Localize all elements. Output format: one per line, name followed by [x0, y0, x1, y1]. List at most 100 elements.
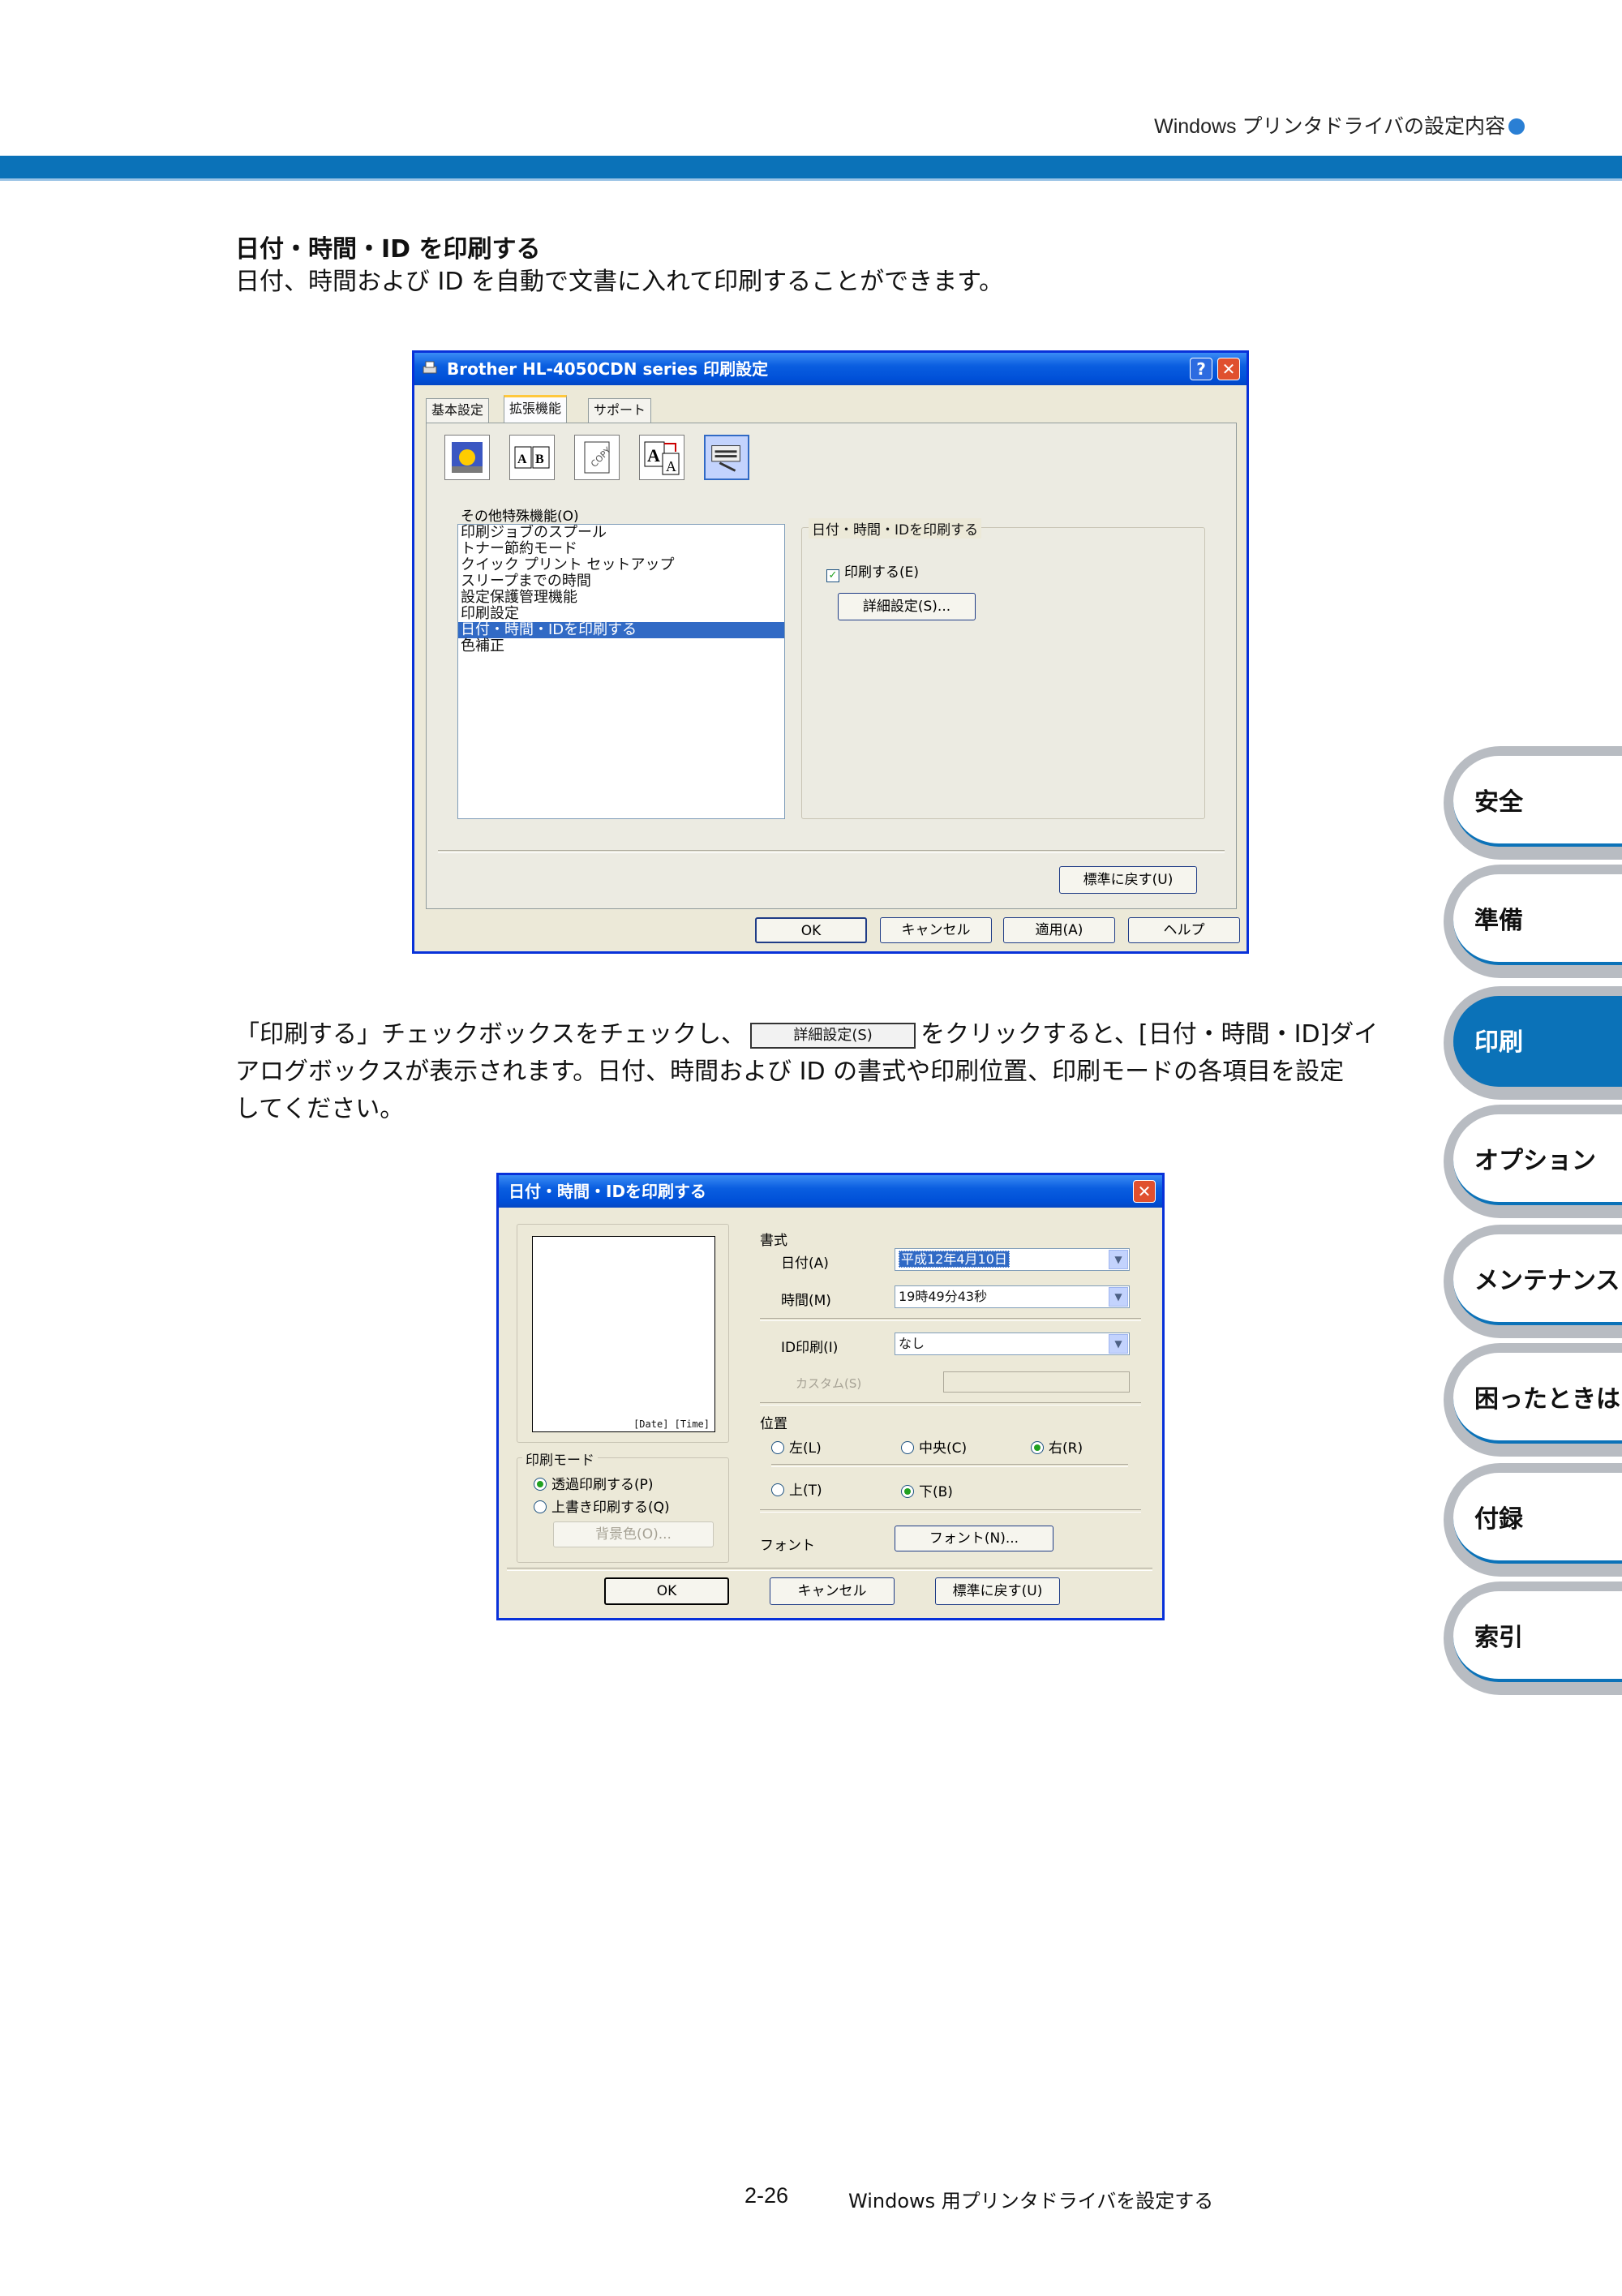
radio-icon[interactable] — [771, 1483, 784, 1496]
ok-button[interactable]: OK — [755, 917, 867, 943]
position-label: 位置 — [760, 1416, 787, 1432]
radio-right[interactable]: 右(R) — [1031, 1436, 1083, 1457]
date-format-select[interactable]: 平成12年4月10日 ▼ — [895, 1248, 1130, 1271]
header-rule-light — [0, 178, 1622, 181]
tab-support[interactable]: サポート — [588, 398, 652, 423]
date-time-id-dialog: 日付・時間・IDを印刷する ✕ [Date] [Time] 印刷モード 透過印刷… — [496, 1173, 1165, 1620]
separator — [760, 1402, 1141, 1405]
radio-icon[interactable] — [534, 1478, 547, 1491]
format-label: 書式 — [760, 1233, 787, 1249]
duplex-icon[interactable]: AB — [509, 435, 555, 480]
custom-text-field[interactable] — [943, 1371, 1130, 1393]
svg-text:B: B — [535, 453, 544, 466]
list-item[interactable]: スリープまでの時間 — [458, 573, 784, 590]
font-label: フォント — [760, 1538, 815, 1554]
date-time-group: 日付・時間・IDを印刷する ✓ 印刷する(E) 詳細設定(S)... — [801, 518, 1205, 819]
font-button[interactable]: フォント(N)... — [895, 1526, 1053, 1551]
other-features-label: その他特殊機能(O) — [461, 509, 579, 525]
list-item[interactable]: トナー節約モード — [458, 541, 784, 557]
side-tab-print[interactable]: 印刷 — [1444, 986, 1622, 1100]
background-color-button[interactable]: 背景色(O)... — [553, 1521, 714, 1547]
cancel-button[interactable]: キャンセル — [770, 1577, 895, 1605]
help-button[interactable]: ヘルプ — [1128, 917, 1240, 943]
copy-page-icon[interactable]: COPY — [574, 435, 620, 480]
radio-bottom[interactable]: 下(B) — [901, 1480, 953, 1500]
print-settings-dialog: Brother HL-4050CDN series 印刷設定 ? ✕ 基本設定 … — [412, 350, 1249, 954]
preview-page: [Date] [Time] — [532, 1236, 715, 1432]
ok-button[interactable]: OK — [604, 1577, 729, 1605]
checkbox-icon[interactable]: ✓ — [826, 569, 839, 582]
list-item[interactable]: 色補正 — [458, 638, 784, 654]
inline-detail-button-image: 詳細設定(S) — [750, 1023, 916, 1049]
help-icon[interactable]: ? — [1190, 358, 1212, 380]
radio-icon[interactable] — [901, 1441, 914, 1454]
id-print-label: ID印刷(I) — [781, 1340, 839, 1356]
close-icon[interactable]: ✕ — [1133, 1180, 1156, 1203]
print-mode-group: 印刷モード 透過印刷する(P) 上書き印刷する(Q) 背景色(O)... — [517, 1448, 729, 1563]
separator — [760, 1318, 1141, 1321]
tab-advanced[interactable]: 拡張機能 — [504, 395, 568, 423]
list-item-selected[interactable]: 日付・時間・IDを印刷する — [458, 622, 784, 638]
other-features-list[interactable]: 印刷ジョブのスプール トナー節約モード クイック プリント セットアップ スリー… — [457, 524, 785, 819]
side-tab-index[interactable]: 索引 — [1444, 1581, 1622, 1695]
print-checkbox[interactable]: ✓ 印刷する(E) — [826, 560, 919, 582]
preview-text: [Date] [Time] — [633, 1418, 710, 1430]
separator — [507, 1568, 1152, 1571]
page-number: 2-26 — [744, 2183, 789, 2208]
svg-text:A: A — [666, 458, 676, 474]
separator — [438, 850, 1225, 853]
radio-center[interactable]: 中央(C) — [901, 1436, 967, 1457]
detail-settings-button[interactable]: 詳細設定(S)... — [838, 593, 976, 620]
cancel-button[interactable]: キャンセル — [880, 917, 992, 943]
radio-overwrite[interactable]: 上書き印刷する(Q) — [534, 1496, 670, 1516]
running-header: Windows プリンタドライバの設定内容 — [1154, 110, 1525, 139]
instruction-line-1: 「印刷する」チェックボックスをチェックし、 詳細設定(S) をクリックすると、[日付… — [235, 1020, 1379, 1049]
date-label: 日付(A) — [781, 1255, 829, 1272]
chevron-down-icon[interactable]: ▼ — [1109, 1334, 1128, 1354]
side-tab-appendix[interactable]: 付録 — [1444, 1463, 1622, 1577]
printer-icon — [423, 361, 437, 374]
id-print-select[interactable]: なし ▼ — [895, 1333, 1130, 1355]
section-intro: 日付、時間および ID を自動で文書に入れて印刷することができます。 — [235, 268, 1004, 296]
other-features-icon[interactable] — [704, 435, 749, 480]
radio-top[interactable]: 上(T) — [771, 1478, 822, 1499]
side-tab-prep[interactable]: 準備 — [1444, 865, 1622, 978]
list-item[interactable]: 印刷設定 — [458, 606, 784, 622]
instruction-line-3: してください。 — [235, 1095, 405, 1123]
side-tab-troubleshooting[interactable]: 困ったときは — [1444, 1343, 1622, 1457]
restore-defaults-button[interactable]: 標準に戻す(U) — [1059, 866, 1197, 894]
radio-icon[interactable] — [1031, 1441, 1044, 1454]
time-format-select[interactable]: 19時49分43秒 ▼ — [895, 1285, 1130, 1308]
separator — [771, 1464, 1128, 1467]
apply-button[interactable]: 適用(A) — [1003, 917, 1115, 943]
radio-icon[interactable] — [534, 1500, 547, 1513]
list-item[interactable]: 印刷ジョブのスプール — [458, 525, 784, 541]
list-item[interactable]: 設定保護管理機能 — [458, 590, 784, 606]
instruction-line-2: アログボックスが表示されます。日付、時間および ID の書式や印刷位置、印刷モー… — [235, 1058, 1345, 1086]
custom-label: カスタム(S) — [796, 1376, 862, 1391]
section-title: 日付・時間・ID を印刷する — [235, 235, 541, 264]
side-tab-maintenance[interactable]: メンテナンス — [1444, 1225, 1622, 1338]
side-tab-safety[interactable]: 安全 — [1444, 746, 1622, 860]
radio-icon[interactable] — [901, 1485, 914, 1498]
dialog-titlebar: 日付・時間・IDを印刷する ✕ — [499, 1175, 1162, 1208]
side-tab-options[interactable]: オプション — [1444, 1105, 1622, 1218]
tab-basic[interactable]: 基本設定 — [426, 398, 490, 423]
chevron-down-icon[interactable]: ▼ — [1109, 1250, 1128, 1269]
chevron-down-icon[interactable]: ▼ — [1109, 1287, 1128, 1307]
font-substitute-icon[interactable]: AA — [639, 435, 684, 480]
list-item[interactable]: クイック プリント セットアップ — [458, 557, 784, 573]
print-mode-label: 印刷モード — [522, 1448, 598, 1469]
radio-transparent[interactable]: 透過印刷する(P) — [534, 1473, 654, 1493]
separator — [760, 1509, 1141, 1513]
close-icon[interactable]: ✕ — [1217, 358, 1240, 380]
restore-defaults-button[interactable]: 標準に戻す(U) — [935, 1577, 1060, 1605]
date-time-group-title: 日付・時間・IDを印刷する — [809, 518, 982, 539]
header-bullet-icon — [1508, 118, 1525, 135]
tab-strip: 基本設定 拡張機能 サポート — [426, 395, 1237, 426]
radio-icon[interactable] — [771, 1441, 784, 1454]
tab-panel: AB COPY AA その他特殊機能(O) 印刷ジョブのスプール トナー節約モー… — [426, 423, 1237, 909]
preview-frame: [Date] [Time] — [517, 1224, 729, 1443]
watermark-icon[interactable] — [444, 435, 490, 480]
radio-left[interactable]: 左(L) — [771, 1436, 822, 1457]
